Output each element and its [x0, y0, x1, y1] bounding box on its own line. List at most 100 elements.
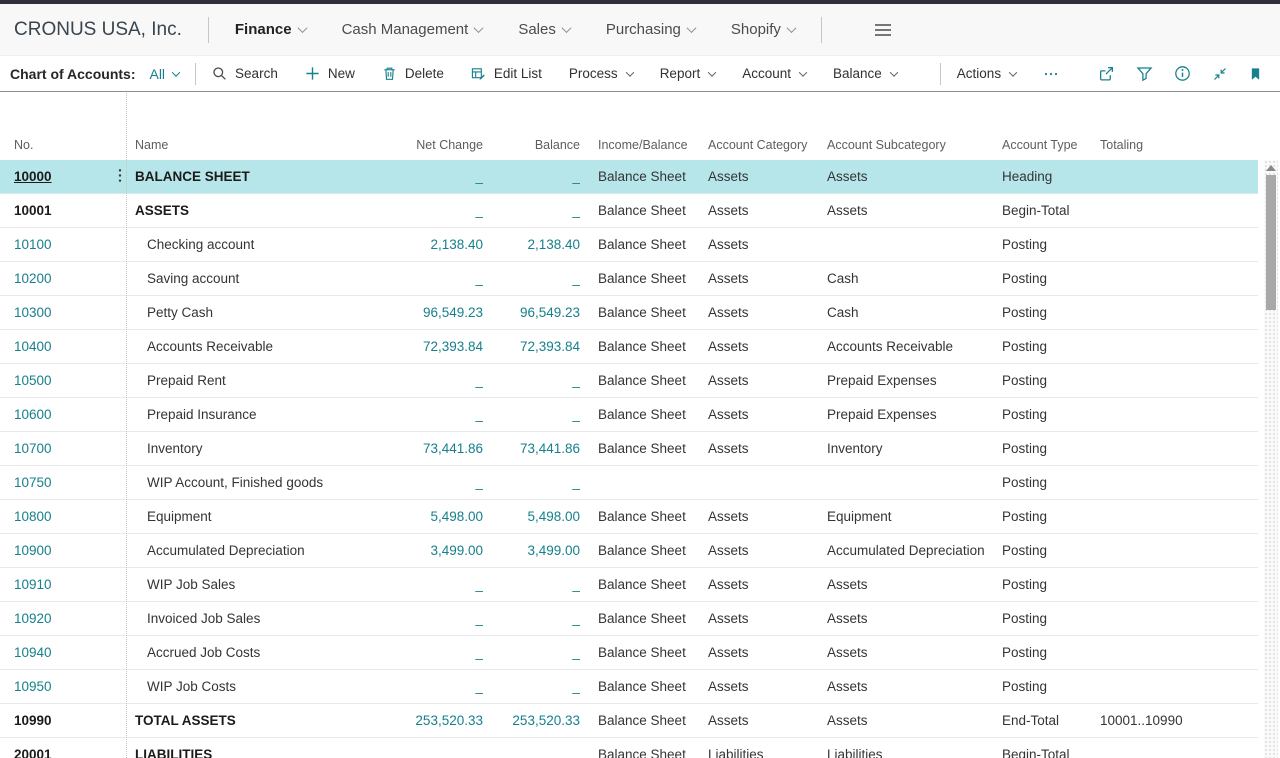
cell-account-type[interactable]: Posting [1002, 679, 1100, 694]
delete-button[interactable]: Delete [382, 66, 444, 81]
cell-income-balance[interactable]: Balance Sheet [580, 407, 708, 422]
cell-balance[interactable]: _ [483, 679, 580, 694]
table-row[interactable]: 10200Saving account__Balance SheetAssets… [0, 262, 1258, 296]
cell-account-category[interactable]: Assets [708, 305, 827, 320]
cell-name[interactable]: Accumulated Depreciation [135, 543, 410, 558]
kebab-menu-icon[interactable] [118, 168, 122, 186]
cell-account-category[interactable]: Assets [708, 441, 827, 456]
table-row[interactable]: 10100Checking account2,138.402,138.40Bal… [0, 228, 1258, 262]
cell-account-type[interactable]: Posting [1002, 577, 1100, 592]
cell-account-subcategory[interactable]: Assets [827, 713, 1002, 728]
cell-account-type[interactable]: Posting [1002, 339, 1100, 354]
cell-account-subcategory[interactable]: Accounts Receivable [827, 339, 1002, 354]
cell-no[interactable]: 10600 [0, 407, 105, 422]
cell-net-change[interactable]: _ [410, 475, 483, 490]
account-no-link[interactable]: 10800 [14, 509, 52, 524]
cell-name[interactable]: Prepaid Insurance [135, 407, 410, 422]
cell-account-type[interactable]: Posting [1002, 441, 1100, 456]
account-no-link[interactable]: 10900 [14, 543, 52, 558]
column-header-income_balance[interactable]: Income/Balance [580, 138, 708, 152]
cell-name[interactable]: Prepaid Rent [135, 373, 410, 388]
account-no-link[interactable]: 10920 [14, 611, 52, 626]
cell-net-change[interactable]: 73,441.86 [410, 441, 483, 456]
cell-income-balance[interactable]: Balance Sheet [580, 611, 708, 626]
report-button[interactable]: Report [660, 66, 716, 81]
cell-account-category[interactable]: Assets [708, 373, 827, 388]
cell-account-subcategory[interactable]: Inventory [827, 441, 1002, 456]
cell-balance[interactable]: 72,393.84 [483, 339, 580, 354]
cell-account-type[interactable]: Posting [1002, 373, 1100, 388]
table-row[interactable]: 10910WIP Job Sales__Balance SheetAssetsA… [0, 568, 1258, 602]
cell-account-subcategory[interactable]: Assets [827, 577, 1002, 592]
account-no-link[interactable]: 10000 [14, 169, 52, 184]
cell-name[interactable]: Petty Cash [135, 305, 410, 320]
cell-no[interactable]: 10200 [0, 271, 105, 286]
cell-name[interactable]: TOTAL ASSETS [135, 713, 410, 728]
cell-net-change[interactable]: 3,499.00 [410, 543, 483, 558]
nav-item-finance[interactable]: Finance [235, 21, 306, 38]
table-row[interactable]: 10950WIP Job Costs__Balance SheetAssetsA… [0, 670, 1258, 704]
column-header-name[interactable]: Name [135, 138, 410, 152]
cell-account-category[interactable]: Assets [708, 339, 827, 354]
cell-account-type[interactable]: End-Total [1002, 713, 1100, 728]
cell-net-change[interactable]: _ [410, 679, 483, 694]
cell-balance[interactable]: _ [483, 611, 580, 626]
cell-no[interactable]: 10920 [0, 611, 105, 626]
cell-account-category[interactable]: Assets [708, 271, 827, 286]
filter-icon[interactable] [1136, 65, 1153, 82]
cell-income-balance[interactable]: Balance Sheet [580, 441, 708, 456]
account-no-link[interactable]: 10200 [14, 271, 52, 286]
table-row[interactable]: 10990TOTAL ASSETS253,520.33253,520.33Bal… [0, 704, 1258, 738]
cell-name[interactable]: WIP Account, Finished goods [135, 475, 410, 490]
table-row[interactable]: 10400Accounts Receivable72,393.8472,393.… [0, 330, 1258, 364]
cell-balance[interactable]: 253,520.33 [483, 713, 580, 728]
nav-item-cash-management[interactable]: Cash Management [342, 21, 483, 38]
column-header-no[interactable]: No. [0, 138, 105, 152]
cell-income-balance[interactable]: Balance Sheet [580, 339, 708, 354]
new-button[interactable]: New [305, 66, 355, 81]
more-options-button[interactable] [1043, 66, 1059, 82]
cell-balance[interactable]: _ [483, 271, 580, 286]
table-row[interactable]: 10700Inventory73,441.8673,441.86Balance … [0, 432, 1258, 466]
cell-no[interactable]: 10940 [0, 645, 105, 660]
cell-account-category[interactable]: Assets [708, 611, 827, 626]
table-row[interactable]: 10300Petty Cash96,549.2396,549.23Balance… [0, 296, 1258, 330]
nav-item-shopify[interactable]: Shopify [731, 21, 795, 38]
cell-account-subcategory[interactable]: Assets [827, 169, 1002, 184]
cell-name[interactable]: Saving account [135, 271, 410, 286]
cell-account-category[interactable]: Assets [708, 407, 827, 422]
cell-account-type[interactable]: Posting [1002, 305, 1100, 320]
table-row[interactable]: 10900Accumulated Depreciation3,499.003,4… [0, 534, 1258, 568]
cell-balance[interactable]: _ [483, 407, 580, 422]
cell-no[interactable]: 10800 [0, 509, 105, 524]
cell-income-balance[interactable]: Balance Sheet [580, 169, 708, 184]
account-no-link[interactable]: 20001 [14, 747, 52, 758]
cell-account-type[interactable]: Posting [1002, 271, 1100, 286]
cell-no[interactable]: 20001 [0, 747, 105, 758]
cell-name[interactable]: ASSETS [135, 203, 410, 218]
table-row[interactable]: 10940Accrued Job Costs__Balance SheetAss… [0, 636, 1258, 670]
account-no-link[interactable]: 10950 [14, 679, 52, 694]
nav-item-purchasing[interactable]: Purchasing [606, 21, 695, 38]
account-no-link[interactable]: 10100 [14, 237, 52, 252]
cell-income-balance[interactable]: Balance Sheet [580, 373, 708, 388]
cell-name[interactable]: BALANCE SHEET [135, 169, 410, 184]
cell-account-type[interactable]: Posting [1002, 407, 1100, 422]
cell-account-subcategory[interactable]: Assets [827, 611, 1002, 626]
cell-account-subcategory[interactable]: Prepaid Expenses [827, 407, 1002, 422]
column-header-category[interactable]: Account Category [708, 138, 827, 152]
table-row[interactable]: 10800Equipment5,498.005,498.00Balance Sh… [0, 500, 1258, 534]
cell-account-category[interactable]: Assets [708, 645, 827, 660]
cell-no[interactable]: 10500 [0, 373, 105, 388]
cell-net-change[interactable]: _ [410, 169, 483, 184]
cell-account-subcategory[interactable]: Liabilities [827, 747, 1002, 758]
balance-button[interactable]: Balance [833, 66, 897, 81]
table-row[interactable]: 10920Invoiced Job Sales__Balance SheetAs… [0, 602, 1258, 636]
cell-account-type[interactable]: Heading [1002, 169, 1100, 184]
cell-balance[interactable]: _ [483, 475, 580, 490]
cell-account-subcategory[interactable]: Assets [827, 679, 1002, 694]
cell-account-type[interactable]: Posting [1002, 237, 1100, 252]
cell-net-change[interactable]: _ [410, 577, 483, 592]
cell-net-change[interactable]: 96,549.23 [410, 305, 483, 320]
cell-income-balance[interactable]: Balance Sheet [580, 271, 708, 286]
